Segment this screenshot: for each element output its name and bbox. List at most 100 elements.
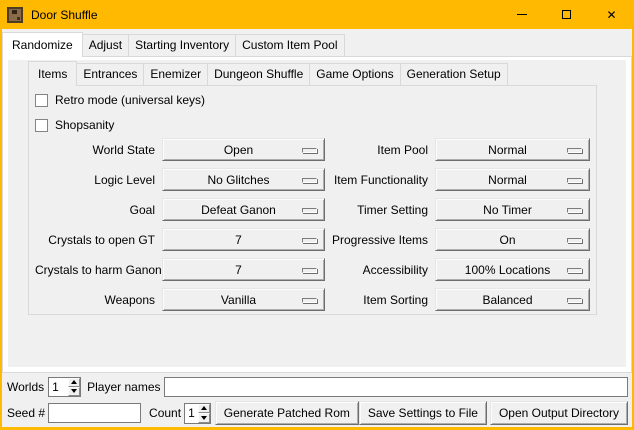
logic-level-label: Logic Level (35, 173, 162, 187)
dropdown-indicator-icon (567, 178, 582, 183)
tab-adjust[interactable]: Adjust (82, 34, 129, 56)
dropdown-indicator-icon (302, 268, 317, 273)
item-sorting-dropdown[interactable]: Balanced (435, 288, 590, 311)
retro-mode-checkbox-row: Retro mode (universal keys) (35, 92, 596, 108)
maximize-icon (562, 10, 571, 19)
weapons-dropdown[interactable]: Vanilla (162, 288, 325, 311)
minimize-icon (517, 14, 527, 15)
progressive-items-dropdown[interactable]: On (435, 228, 590, 251)
item-sorting-value: Balanced (482, 293, 532, 307)
main-tab-bar: Randomize Adjust Starting Inventory Cust… (2, 30, 632, 56)
item-pool-label: Item Pool (325, 143, 435, 157)
progressive-items-value: On (499, 233, 515, 247)
worlds-spin-arrows (68, 378, 80, 396)
settings-tab-bar: Items Entrances Enemizer Dungeon Shuffle… (28, 60, 597, 85)
item-pool-value: Normal (488, 143, 527, 157)
generate-patched-rom-button[interactable]: Generate Patched Rom (215, 401, 359, 425)
arrow-down-icon (71, 389, 77, 393)
shopsanity-label: Shopsanity (55, 118, 114, 132)
retro-mode-checkbox[interactable] (35, 94, 48, 107)
world-state-dropdown[interactable]: Open (162, 138, 325, 161)
minimize-button[interactable] (499, 0, 544, 29)
tab-game-options[interactable]: Game Options (309, 63, 400, 85)
weapons-value: Vanilla (221, 293, 256, 307)
generate-row: Seed # Count 1 Generate Patched Rom Save… (7, 401, 628, 425)
dropdown-indicator-icon (567, 298, 582, 303)
close-icon: ✕ (606, 9, 616, 21)
save-settings-button[interactable]: Save Settings to File (359, 401, 487, 425)
dropdown-indicator-icon (302, 298, 317, 303)
accessibility-label: Accessibility (325, 263, 435, 277)
dropdown-indicator-icon (567, 238, 582, 243)
item-functionality-dropdown[interactable]: Normal (435, 168, 590, 191)
dropdown-indicator-icon (302, 178, 317, 183)
open-output-directory-button[interactable]: Open Output Directory (490, 401, 628, 425)
tab-starting-inventory[interactable]: Starting Inventory (128, 34, 236, 56)
seed-input[interactable] (48, 403, 141, 423)
shopsanity-checkbox[interactable] (35, 119, 48, 132)
item-pool-dropdown[interactable]: Normal (435, 138, 590, 161)
dropdown-indicator-icon (567, 268, 582, 273)
worlds-spin-up-button[interactable] (68, 378, 80, 387)
count-spin-arrows (198, 404, 210, 423)
randomize-frame: Items Entrances Enemizer Dungeon Shuffle… (8, 60, 626, 367)
crystals-ganon-value: 7 (235, 263, 242, 277)
crystals-ganon-dropdown[interactable]: 7 (162, 258, 325, 281)
worlds-value: 1 (49, 378, 68, 396)
dropdown-indicator-icon (302, 148, 317, 153)
seed-label: Seed # (7, 406, 45, 420)
arrow-up-icon (71, 380, 77, 384)
tab-custom-item-pool[interactable]: Custom Item Pool (235, 34, 344, 56)
accessibility-dropdown[interactable]: 100% Locations (435, 258, 590, 281)
window-title: Door Shuffle (31, 8, 98, 22)
weapons-label: Weapons (35, 293, 162, 307)
dropdown-indicator-icon (302, 208, 317, 213)
crystals-gt-dropdown[interactable]: 7 (162, 228, 325, 251)
close-button[interactable]: ✕ (589, 0, 634, 29)
dropdown-indicator-icon (567, 208, 582, 213)
arrow-up-icon (201, 406, 207, 410)
tab-items[interactable]: Items (28, 61, 77, 86)
count-value: 1 (185, 404, 198, 423)
dropdown-indicator-icon (302, 238, 317, 243)
maximize-button[interactable] (544, 0, 589, 29)
app-window: Door Shuffle ✕ Randomize Adjust Starting… (0, 0, 634, 430)
crystals-ganon-label: Crystals to harm Ganon (35, 263, 162, 277)
worlds-label: Worlds (7, 380, 44, 394)
tab-entrances[interactable]: Entrances (76, 63, 144, 85)
world-state-value: Open (224, 143, 253, 157)
titlebar: Door Shuffle ✕ (0, 0, 634, 29)
timer-setting-value: No Timer (483, 203, 532, 217)
item-sorting-label: Item Sorting (325, 293, 435, 307)
count-spin-down-button[interactable] (198, 413, 210, 423)
player-names-input[interactable] (164, 377, 629, 397)
logic-level-value: No Glitches (207, 173, 269, 187)
goal-dropdown[interactable]: Defeat Ganon (162, 198, 325, 221)
count-spinbox[interactable]: 1 (184, 403, 211, 424)
tab-dungeon-shuffle[interactable]: Dungeon Shuffle (207, 63, 310, 85)
tab-enemizer[interactable]: Enemizer (143, 63, 208, 85)
logic-level-dropdown[interactable]: No Glitches (162, 168, 325, 191)
world-state-label: World State (35, 143, 162, 157)
shopsanity-checkbox-row: Shopsanity (35, 117, 596, 133)
player-names-label: Player names (87, 380, 160, 394)
retro-mode-label: Retro mode (universal keys) (55, 93, 205, 107)
arrow-down-icon (201, 416, 207, 420)
timer-setting-label: Timer Setting (325, 203, 435, 217)
tab-generation-setup[interactable]: Generation Setup (400, 63, 508, 85)
door-app-icon (7, 7, 23, 23)
dropdown-indicator-icon (567, 148, 582, 153)
goal-label: Goal (35, 203, 162, 217)
window-body: Randomize Adjust Starting Inventory Cust… (0, 29, 634, 430)
items-pane: Retro mode (universal keys) Shopsanity W… (28, 85, 597, 315)
goal-value: Defeat Ganon (201, 203, 276, 217)
worlds-spin-down-button[interactable] (68, 387, 80, 396)
tab-randomize[interactable]: Randomize (2, 32, 83, 57)
settings-grid: World State Open Item Pool Normal Logic … (35, 138, 596, 311)
crystals-gt-value: 7 (235, 233, 242, 247)
settings-notebook: Items Entrances Enemizer Dungeon Shuffle… (28, 60, 597, 315)
item-functionality-label: Item Functionality (325, 173, 435, 187)
timer-setting-dropdown[interactable]: No Timer (435, 198, 590, 221)
count-spin-up-button[interactable] (198, 404, 210, 414)
worlds-spinbox[interactable]: 1 (48, 377, 81, 397)
